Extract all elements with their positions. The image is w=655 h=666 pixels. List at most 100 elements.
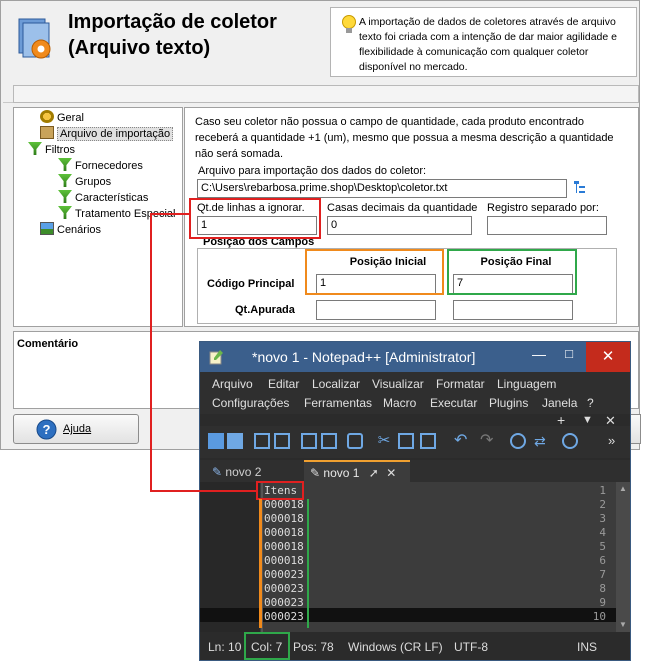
zoom-in-icon[interactable] [562,433,578,449]
find-icon[interactable] [510,433,526,449]
line-number: 2 [599,498,606,511]
tab-list-down-icon[interactable]: ▼ [582,414,593,426]
new-file-icon[interactable] [208,433,224,449]
info-box: A importação de dados de coletores atrav… [330,7,637,77]
scroll-up-arrow-icon[interactable]: ▲ [618,484,628,494]
text-editor[interactable]: ▲ ▼ 1 2 3 4 5 6 7 8 9 10 Itens 000018 00… [200,482,630,632]
skip-lines-label: Qt.de linhas a ignorar. [197,202,305,214]
status-column: Col: 7 [251,640,283,654]
menu-formatar[interactable]: Formatar [436,377,485,391]
tree-item-label: Arquivo de importação [57,127,174,141]
tab-close-icon[interactable]: ✕ [386,466,396,480]
lightbulb-icon [342,15,356,33]
filter-icon [58,158,72,171]
replace-icon[interactable]: ⇄ [534,433,550,449]
save-all-icon[interactable] [274,433,290,449]
menu-executar[interactable]: Executar [430,396,477,410]
print-icon[interactable] [347,433,363,449]
separator-input[interactable] [487,216,607,235]
line-number: 5 [599,540,606,553]
import-app-icon [18,18,51,59]
file-path-input[interactable]: C:\Users\rebarbosa.prime.shop\Desktop\co… [197,179,567,198]
menu-visualizar[interactable]: Visualizar [372,377,424,391]
comment-label: Comentário [17,338,79,350]
tree-item-label: Grupos [75,176,112,188]
close-button[interactable]: ✕ [586,342,630,372]
codigo-initial-input[interactable]: 1 [316,274,436,295]
maximize-button[interactable]: □ [556,346,582,368]
menu-plugins[interactable]: Plugins [489,396,528,410]
divider-bar [13,85,639,103]
menu-help[interactable]: ? [587,396,594,410]
menu-localizar[interactable]: Localizar [312,377,360,391]
notepad-app-icon [209,350,223,365]
codigo-final-input[interactable]: 7 [453,274,573,295]
code-line: 000018 [264,554,304,567]
line-number: 3 [599,512,606,525]
undo-icon[interactable]: ↶ [454,433,470,449]
notepad-tabbar: ✎ novo 2 ✎ novo 1 ➚ ✕ [200,460,630,482]
skip-lines-input[interactable]: 1 [197,216,317,235]
tab-novo-2[interactable]: ✎ novo 2 [206,462,298,482]
close-file-icon[interactable] [301,433,317,449]
tab-novo-1[interactable]: ✎ novo 1 ➚ ✕ [304,460,410,482]
separator-label: Registro separado por: [487,202,599,214]
menu-arquivo[interactable]: Arquivo [212,377,253,391]
tree-item-arquivo-importacao[interactable]: Arquivo de importação [40,126,174,142]
cut-icon[interactable]: ✂ [376,433,392,449]
connector-line-h1 [150,213,190,215]
menu-configuracoes[interactable]: Configurações [212,396,289,410]
tree-item-cenarios[interactable]: Cenários [40,222,101,238]
tree-item-label: Geral [57,112,84,124]
minimize-button[interactable]: — [526,346,552,368]
toolbar-overflow-icon[interactable]: » [608,433,624,449]
pin-icon[interactable]: ➚ [369,466,379,480]
code-line: 000018 [264,498,304,511]
line-number: 9 [599,596,606,609]
save-icon[interactable] [254,433,270,449]
decimals-input[interactable]: 0 [327,216,472,235]
menu-ferramentas[interactable]: Ferramentas [304,396,372,410]
vertical-scrollbar[interactable]: ▲ ▼ [616,482,630,632]
menu-janela[interactable]: Janela [542,396,577,410]
menu-editar[interactable]: Editar [268,377,299,391]
status-encoding[interactable]: UTF-8 [454,640,488,654]
code-line: Itens [264,484,298,497]
copy-icon[interactable] [398,433,414,449]
notepad-window: *novo 1 - Notepad++ [Administrator] — □ … [199,341,631,661]
status-eol[interactable]: Windows (CR LF) [348,640,443,654]
panel-description: Caso seu coletor não possua o campo de q… [195,116,614,160]
column-start-marker [259,499,262,628]
help-button[interactable]: ? Ajuda [13,414,139,444]
qt-initial-input[interactable] [316,300,436,320]
menu-macro[interactable]: Macro [383,396,416,410]
filter-icon [58,174,72,187]
status-line: Ln: 10 [208,640,242,654]
browse-tree-icon[interactable] [574,181,586,195]
code-line: 000023 [264,596,304,609]
redo-icon[interactable]: ↷ [480,433,496,449]
filter-icon [28,142,42,155]
code-line: 000018 [264,512,304,525]
tree-item-caracteristicas[interactable]: Características [58,190,148,206]
filter-icon [58,206,72,219]
tree-item-filtros[interactable]: Filtros [28,142,75,158]
settings-tree: Geral Arquivo de importação Filtros Forn… [13,107,183,327]
import-settings-panel: Caso seu coletor não possua o campo de q… [184,107,639,327]
paste-icon[interactable] [420,433,436,449]
code-line: 000023 [264,582,304,595]
tree-item-fornecedores[interactable]: Fornecedores [58,158,143,174]
line-number: 8 [599,582,606,595]
qt-final-input[interactable] [453,300,573,320]
tree-item-grupos[interactable]: Grupos [58,174,111,190]
dialog-title: Importação de coletor (Arquivo texto) [68,9,318,61]
tree-item-geral[interactable]: Geral [40,110,84,126]
menu-linguagem[interactable]: Linguagem [497,377,556,391]
scroll-down-arrow-icon[interactable]: ▼ [618,620,628,630]
code-line: 000023 [264,568,304,581]
close-all-icon[interactable] [321,433,337,449]
open-file-icon[interactable] [227,433,243,449]
connector-line-h2 [150,490,257,492]
notepad-menubar: Arquivo Editar Localizar Visualizar Form… [200,372,630,414]
notepad-titlebar: *novo 1 - Notepad++ [Administrator] — □ … [200,342,630,372]
